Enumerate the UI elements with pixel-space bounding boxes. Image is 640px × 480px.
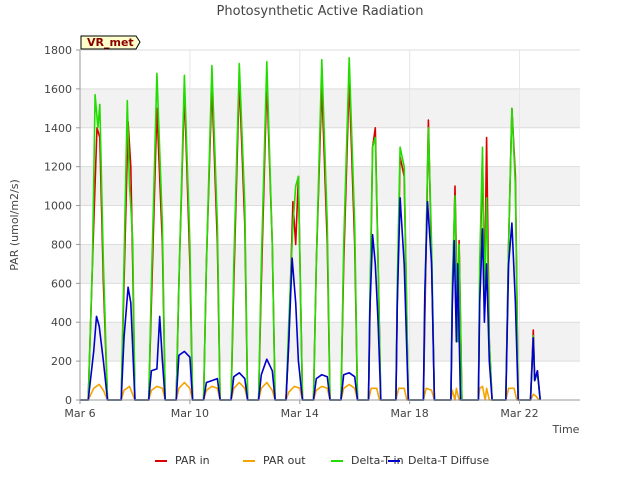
x-tick-label: Mar 18 (391, 407, 429, 420)
site-tag-label: VR_met (87, 36, 134, 49)
y-tick-label: 600 (51, 277, 72, 290)
x-tick-label: Mar 6 (64, 407, 95, 420)
y-tick-label: 1000 (44, 200, 72, 213)
y-tick-label: 1600 (44, 83, 72, 96)
plot-background (80, 50, 580, 400)
chart: Photosynthetic Active Radiation 0 200 400 6… (0, 0, 640, 480)
y-tick-label: 800 (51, 238, 72, 251)
legend-label: PAR out (263, 454, 306, 467)
y-tick-label: 1400 (44, 122, 72, 135)
y-tick-label: 200 (51, 355, 72, 368)
y-tick-label: 400 (51, 316, 72, 329)
legend-label: Delta-T Diffuse (408, 454, 489, 467)
x-tick-label: Mar 14 (281, 407, 319, 420)
x-axis-label: Time (552, 423, 580, 436)
site-tag: VR_met (80, 35, 141, 50)
x-tick-label: Mar 10 (171, 407, 209, 420)
y-tick-label: 1800 (44, 44, 72, 57)
chart-title: Photosynthetic Active Radiation (217, 4, 424, 19)
x-tick-label: Mar 22 (500, 407, 538, 420)
y-tick-label: 0 (65, 394, 72, 407)
legend-label: PAR in (175, 454, 210, 467)
grid-band (80, 244, 580, 284)
y-tick-label: 1200 (44, 161, 72, 174)
y-axis-label: PAR (umol/m2/s) (8, 179, 21, 271)
